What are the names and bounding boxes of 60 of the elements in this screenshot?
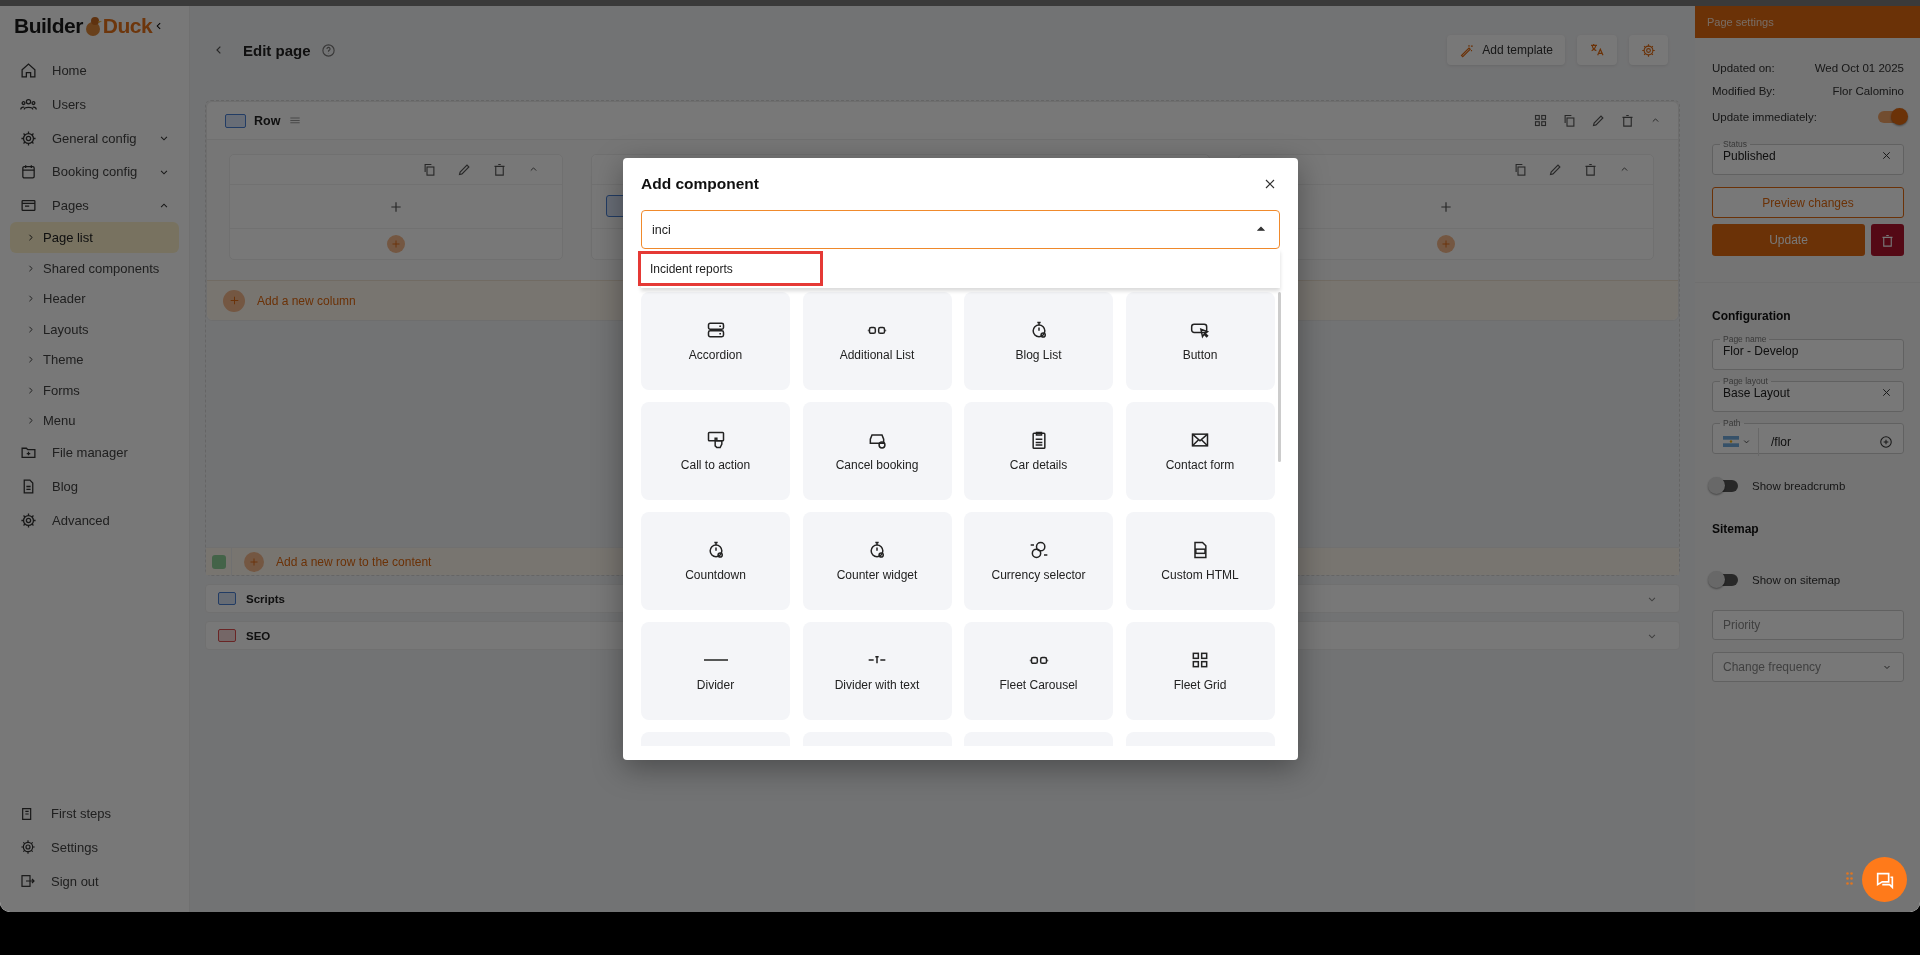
sidebar-item[interactable]: Sign out <box>10 864 179 898</box>
component-tile[interactable]: Blog List <box>964 292 1113 390</box>
sidebar-item[interactable]: Users <box>10 87 179 122</box>
dropdown-option[interactable]: Incident reports <box>638 251 823 286</box>
meta-label: Modified By: <box>1712 84 1776 97</box>
component-tile[interactable]: Custom HTML <box>1125 512 1275 610</box>
row-title: Row <box>254 113 281 128</box>
sidebar-item[interactable]: General config <box>10 121 179 156</box>
component-tile[interactable]: Fleet Grid <box>1125 622 1275 720</box>
section-title: Scripts <box>246 592 285 605</box>
add-column-link[interactable]: Add a new column <box>257 293 356 308</box>
meta-value: Flor Calomino <box>1832 84 1904 97</box>
toggle-label: Show on sitemap <box>1752 574 1841 586</box>
logo-text: Duck <box>102 14 153 38</box>
sidebar-item[interactable]: Booking config <box>10 155 179 189</box>
sidebar-subitem[interactable]: Layouts <box>10 313 179 345</box>
sidebar-item[interactable]: Home <box>10 54 179 88</box>
section-heading: Sitemap <box>1712 522 1760 536</box>
section-heading: Configuration <box>1712 309 1792 323</box>
page-title: Edit page <box>243 41 311 59</box>
component-tile[interactable]: Countdown <box>641 512 790 610</box>
component-tile[interactable]: Car details <box>964 402 1113 500</box>
component-tile[interactable]: Button <box>1125 292 1275 390</box>
add-template-button[interactable]: Add template <box>1447 35 1565 65</box>
logo-text: Builder <box>14 14 83 38</box>
meta-value: Wed Oct 01 2025 <box>1814 61 1904 74</box>
sidebar-item[interactable]: File manager <box>10 435 179 470</box>
component-tile[interactable]: Divider <box>641 622 790 720</box>
component-tile[interactable]: Call to action <box>641 402 790 500</box>
toggle-label: Show breadcrumb <box>1752 480 1846 492</box>
sidebar-subitem[interactable]: Menu <box>10 405 179 436</box>
update-button[interactable]: Update <box>1712 224 1865 256</box>
component-tile[interactable]: Accordion <box>641 292 790 390</box>
component-tile[interactable]: Divider with text <box>802 622 952 720</box>
component-tile[interactable]: Fleet Carousel <box>964 622 1113 720</box>
meta-label: Updated on: <box>1712 61 1775 74</box>
component-tile[interactable]: Cancel booking <box>802 402 952 500</box>
component-tile[interactable]: Additional List <box>802 292 952 390</box>
sidebar-subitem[interactable]: Forms <box>10 374 179 406</box>
preview-button[interactable]: Preview changes <box>1712 187 1904 218</box>
toggle-label: Update immediately: <box>1712 111 1817 123</box>
priority-field[interactable]: Priority <box>1712 610 1904 640</box>
search-field[interactable]: inci <box>641 210 1280 249</box>
component-tile[interactable]: Counter widget <box>802 512 952 610</box>
sidebar-subitem[interactable]: Theme <box>10 344 179 375</box>
sidebar-subitem[interactable]: Header <box>10 283 179 314</box>
section-title: SEO <box>246 629 271 642</box>
panel-title: Page settings <box>1695 6 1920 38</box>
sidebar-item[interactable]: Pages <box>10 188 179 223</box>
component-tile[interactable]: Contact form <box>1125 402 1275 500</box>
component-tile[interactable]: Currency selector <box>964 512 1113 610</box>
sidebar-subitem[interactable]: Shared components <box>10 252 179 284</box>
sidebar-item[interactable]: Settings <box>10 830 179 865</box>
add-row-link[interactable]: Add a new row to the content <box>276 554 432 569</box>
change-frequency-select[interactable]: Change frequency <box>1712 652 1904 682</box>
sidebar-item[interactable]: Blog <box>10 469 179 504</box>
sidebar-item[interactable]: First steps <box>10 796 179 831</box>
sidebar-subitem[interactable]: Page list <box>10 222 179 253</box>
modal-title: Add component <box>641 175 759 193</box>
sidebar-item[interactable]: Advanced <box>10 503 179 537</box>
